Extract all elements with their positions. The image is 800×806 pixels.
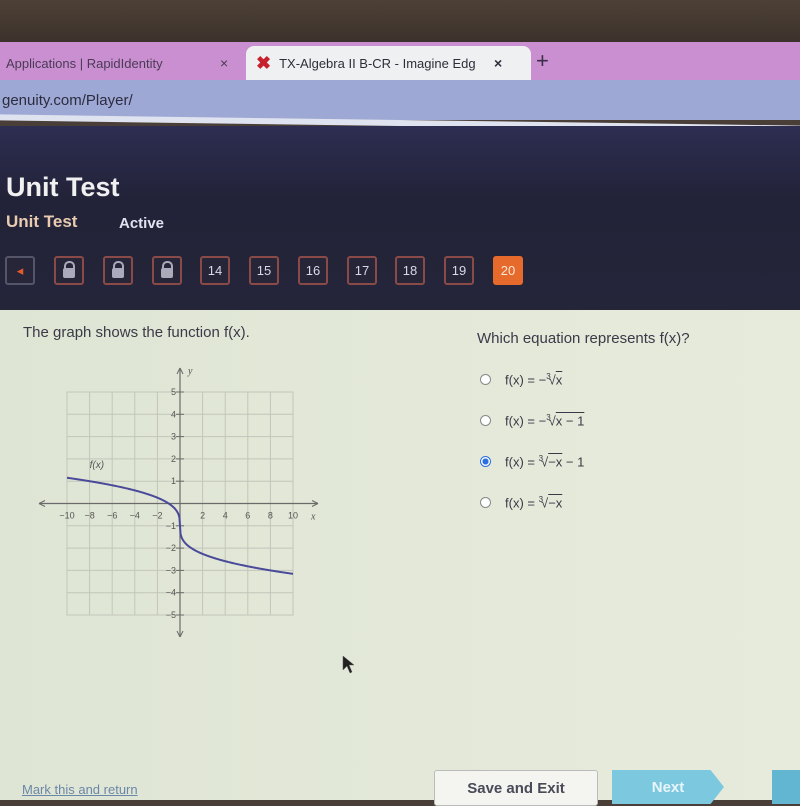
x-tick-label: −6 [107,511,117,521]
x-tick-label: 4 [223,511,228,521]
browser-tab-bar: Applications | RapidIdentity × ✖ TX-Alge… [0,42,800,80]
activity-subtitle: Unit Test [6,212,78,231]
y-tick-label: −5 [166,610,176,620]
tab-label: Applications | RapidIdentity [6,55,163,71]
option-equation: f(x) = −3√x [505,372,563,388]
x-tick-label: −2 [152,511,162,521]
y-tick-label: −4 [166,588,176,598]
answer-option[interactable]: f(x) = 3√−x − 1 [480,454,584,469]
locked-question-button[interactable] [54,256,84,285]
x-tick-label: 10 [288,511,298,521]
radio-button[interactable] [480,374,491,386]
answer-option[interactable]: f(x) = −3√x [480,372,562,387]
x-tick-label: 2 [200,511,205,521]
address-bar[interactable]: genuity.com/Player/ [0,80,800,120]
y-tick-label: −3 [166,565,176,575]
x-tick-label: 6 [245,511,250,521]
status-label: Active [119,215,165,232]
radio-button[interactable] [480,456,491,468]
locked-question-button[interactable] [103,256,133,285]
option-equation: f(x) = −3√x − 1 [505,413,585,429]
tab-algebra[interactable]: ✖ TX-Algebra II B-CR - Imagine Edg × [246,46,531,80]
locked-question-button[interactable] [152,256,182,285]
option-equation: f(x) = 3√−x [505,495,563,511]
mouse-cursor-icon [342,655,355,674]
y-tick-label: 3 [171,432,176,442]
y-tick-label: 1 [171,476,176,486]
y-tick-label: −1 [166,521,176,531]
question-button-16[interactable]: 16 [298,256,328,285]
y-tick-label: 4 [171,409,176,419]
close-icon[interactable]: × [494,55,502,71]
option-equation: f(x) = 3√−x − 1 [505,454,585,470]
lock-icon [112,260,124,278]
y-tick-label: 2 [171,454,176,464]
new-tab-button[interactable]: + [536,48,549,74]
question-button-17[interactable]: 17 [347,256,377,285]
y-axis-label: y [187,366,193,377]
answer-option[interactable]: f(x) = −3√x − 1 [480,413,584,428]
y-tick-label: −2 [166,543,176,553]
next-button[interactable]: Next [612,770,724,804]
x-tick-label: −4 [130,511,140,521]
url-text: genuity.com/Player/ [2,91,133,109]
prev-question-button[interactable]: ◂ [5,256,35,285]
function-graph: −10 −8 −6 −4 −2 2 4 6 8 10 5 4 3 2 1 −1 −2 −3 −4 −5 x y f(x) [38,366,319,638]
question-button-14[interactable]: 14 [200,256,230,285]
answer-option[interactable]: f(x) = 3√−x [480,495,562,510]
close-icon[interactable]: × [220,55,228,71]
lock-icon [63,260,75,278]
x-tick-label: −10 [59,511,74,521]
question-button-18[interactable]: 18 [395,256,425,285]
curve-label: f(x) [90,460,104,471]
tab-rapididentity[interactable]: Applications | RapidIdentity × [0,46,246,80]
question-ask: Which equation represents f(x)? [477,330,690,347]
question-prompt: The graph shows the function f(x). [23,324,250,341]
submit-button[interactable] [772,770,800,804]
question-button-19[interactable]: 19 [444,256,474,285]
monitor-bezel [0,0,800,42]
question-button-15[interactable]: 15 [249,256,279,285]
x-tick-label: 8 [268,511,273,521]
radio-button[interactable] [480,415,491,427]
x-axis-label: x [310,512,316,523]
y-tick-label: 5 [171,387,176,397]
mark-and-return-link[interactable]: Mark this and return [22,782,138,797]
page-title: Unit Test [6,172,120,202]
save-and-exit-button[interactable]: Save and Exit [434,770,598,806]
lock-icon [161,260,173,278]
tab-label: TX-Algebra II B-CR - Imagine Edg [279,55,476,71]
x-tick-label: −8 [84,511,94,521]
x-logo-icon: ✖ [256,52,272,73]
radio-button[interactable] [480,497,491,509]
question-button-20[interactable]: 20 [493,256,523,285]
